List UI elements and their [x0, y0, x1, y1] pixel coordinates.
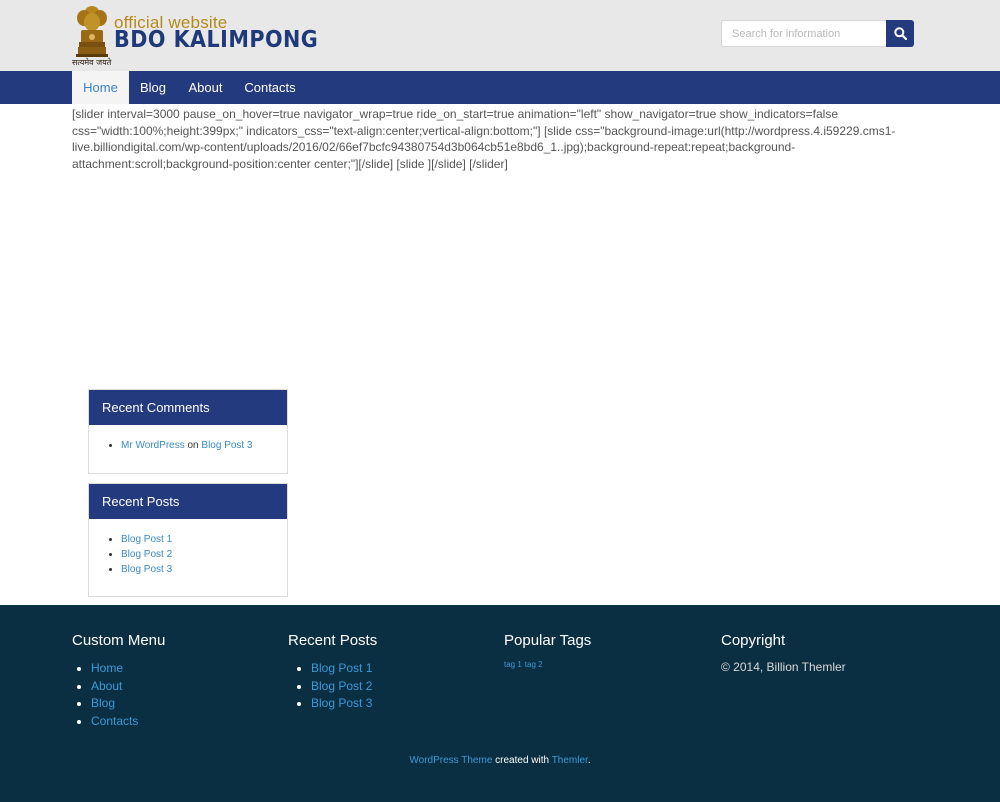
list-item: Blog Post 2	[121, 547, 287, 562]
main-nav: Home Blog About Contacts	[0, 71, 1000, 104]
footer-custom-menu: Custom Menu Home About Blog Contacts	[72, 632, 165, 730]
credit-middle-text: created with	[492, 755, 552, 766]
credit-end-text: .	[587, 755, 591, 766]
site-header: सत्यमेव जयते official website BDO KALIMP…	[0, 0, 1000, 71]
tag-link-2[interactable]: tag 2	[525, 660, 543, 669]
list-item: Blog Post 1	[121, 532, 287, 547]
slider-shortcode-text: [slider interval=3000 pause_on_hover=tru…	[72, 107, 896, 171]
list-item: Contacts	[91, 713, 165, 731]
search-button[interactable]	[886, 20, 914, 47]
comment-author-link[interactable]: Mr WordPress	[121, 440, 185, 451]
recent-post-link-3[interactable]: Blog Post 3	[121, 564, 172, 575]
footer-post-link-3[interactable]: Blog Post 3	[311, 696, 372, 710]
recent-comments-title: Recent Comments	[89, 390, 287, 425]
comment-post-link[interactable]: Blog Post 3	[201, 440, 252, 451]
footer-popular-tags: Popular Tags tag 1 tag 2	[504, 632, 591, 669]
footer-recent-posts-title: Recent Posts	[288, 632, 378, 649]
comment-on-text: on	[184, 440, 202, 451]
list-item: Blog Post 3	[311, 695, 377, 713]
site-footer: Custom Menu Home About Blog Contacts Rec…	[0, 605, 1000, 802]
recent-post-link-2[interactable]: Blog Post 2	[121, 549, 172, 560]
footer-post-link-1[interactable]: Blog Post 1	[311, 661, 372, 675]
nav-item-about[interactable]: About	[177, 71, 234, 104]
recent-post-link-1[interactable]: Blog Post 1	[121, 534, 172, 545]
logo-site-name: BDO KALIMPONG	[114, 27, 319, 53]
list-item: About	[91, 678, 165, 696]
recent-posts-title: Recent Posts	[89, 484, 287, 519]
footer-menu-home-link[interactable]: Home	[91, 661, 123, 675]
footer-credit: WordPress Theme created with Themler.	[0, 755, 1000, 766]
footer-custom-menu-title: Custom Menu	[72, 632, 166, 649]
copyright-text: © 2014, Billion Themler	[721, 660, 846, 674]
comment-item: Mr WordPress on Blog Post 3	[121, 438, 287, 453]
footer-menu-contacts-link[interactable]: Contacts	[91, 714, 138, 728]
search-form	[721, 20, 914, 47]
search-input[interactable]	[721, 20, 887, 47]
site-logo[interactable]: सत्यमेव जयते official website BDO KALIMP…	[72, 2, 318, 68]
footer-menu-blog-link[interactable]: Blog	[91, 696, 115, 710]
emblem-motto: सत्यमेव जयते	[72, 58, 112, 67]
themler-link[interactable]: Themler	[552, 755, 588, 766]
list-item: Blog	[91, 695, 165, 713]
footer-recent-posts: Recent Posts Blog Post 1 Blog Post 2 Blo…	[288, 632, 377, 713]
footer-copyright: Copyright © 2014, Billion Themler	[721, 632, 846, 674]
footer-copyright-title: Copyright	[721, 632, 786, 649]
nav-item-blog[interactable]: Blog	[129, 71, 177, 104]
list-item: Blog Post 2	[311, 678, 377, 696]
list-item: Blog Post 1	[311, 660, 377, 678]
wordpress-theme-link[interactable]: WordPress Theme	[409, 755, 492, 766]
list-item: Home	[91, 660, 165, 678]
footer-popular-tags-title: Popular Tags	[504, 632, 592, 649]
nav-item-home[interactable]: Home	[72, 71, 129, 104]
recent-comments-widget: Recent Comments Mr WordPress on Blog Pos…	[88, 389, 288, 474]
nav-item-contacts[interactable]: Contacts	[234, 71, 306, 104]
footer-menu-about-link[interactable]: About	[91, 679, 122, 693]
search-icon	[893, 27, 907, 40]
tag-link-1[interactable]: tag 1	[504, 660, 522, 669]
list-item: Blog Post 3	[121, 562, 287, 577]
recent-posts-widget: Recent Posts Blog Post 1 Blog Post 2 Blo…	[88, 483, 288, 597]
footer-post-link-2[interactable]: Blog Post 2	[311, 679, 372, 693]
